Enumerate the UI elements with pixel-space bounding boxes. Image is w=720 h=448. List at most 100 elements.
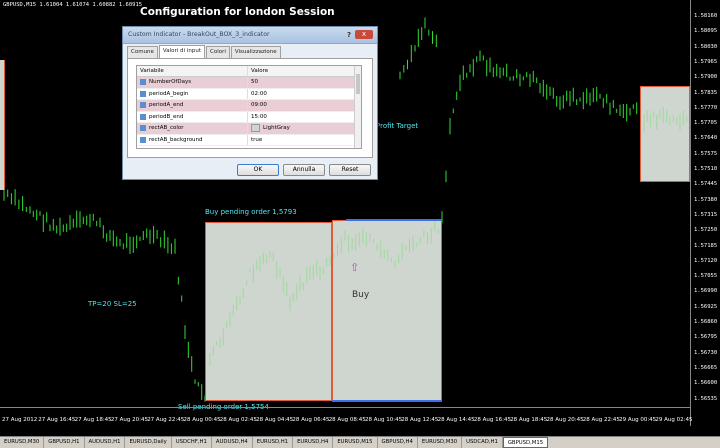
parameter-value-text: true [251, 136, 263, 143]
price-tick-label: 1.58030 [694, 43, 718, 50]
parameter-type-icon [140, 102, 146, 109]
chart-tab[interactable]: GBPUSD,H1 [44, 437, 85, 448]
parameter-type-icon [140, 113, 146, 120]
parameter-row[interactable]: rectAB_background true [137, 134, 361, 146]
parameter-name: NumberOfDays [137, 77, 247, 88]
buy-pending-label: Buy pending order 1,5793 [205, 208, 297, 216]
cancel-button[interactable]: Annulla [283, 164, 325, 176]
parameter-name-text: rectAB_color [149, 125, 184, 131]
time-tick-label: 28 Aug 20:45 [546, 417, 584, 423]
parameter-value[interactable]: 50 [247, 77, 361, 88]
time-tick-label: 28 Aug 22:45 [582, 417, 620, 423]
chart-tab[interactable]: USDCHF,H1 [172, 437, 212, 448]
price-tick-label: 1.57705 [694, 120, 718, 127]
time-tick-label: 27 Aug 2012 [2, 417, 38, 423]
parameter-type-icon [140, 90, 146, 97]
chart-tab[interactable]: EURUSD,H1 [253, 437, 294, 448]
time-tick-label: 28 Aug 12:45 [401, 417, 439, 423]
chart-tabs: EURUSD,M30 GBPUSD,H1 AUDUSD,H1 EURUSD,Daily… [0, 436, 720, 448]
parameter-row[interactable]: rectAB_color LightGray [137, 123, 361, 135]
chart-tab[interactable]: EURUSD,Daily [125, 437, 172, 448]
parameter-type-icon [140, 79, 146, 86]
parameter-value[interactable]: 09:00 [247, 100, 361, 111]
color-swatch-icon [251, 124, 260, 133]
parameter-row[interactable]: periodB_end 15:00 [137, 111, 361, 123]
parameter-value[interactable]: 15:00 [247, 111, 361, 122]
tp-sl-label: TP=20 SL=25 [88, 300, 137, 308]
tab-valori-di-input[interactable]: Valori di input [158, 45, 205, 58]
buy-label: Buy [352, 290, 370, 300]
price-tick-label: 1.57770 [694, 104, 718, 111]
parameter-name: periodB_end [137, 112, 247, 123]
tab-visualizzazione[interactable]: Visualizzazione [230, 46, 281, 58]
parameter-row[interactable]: NumberOfDays 50 [137, 77, 361, 89]
chart-tab[interactable]: AUDUSD,H1 [85, 437, 126, 448]
parameter-row[interactable]: periodA_end 09:00 [137, 100, 361, 112]
parameter-value-text: 15:00 [251, 113, 267, 120]
column-header-variable: Variabile [140, 68, 164, 74]
parameter-row[interactable]: periodA_begin 02:00 [137, 88, 361, 100]
parameter-value-text: 50 [251, 79, 258, 85]
parameter-scrollbar[interactable] [354, 66, 361, 148]
chart-tab[interactable]: EURUSD,M15 [333, 437, 378, 448]
chart-tab[interactable]: EURUSD,M30 [418, 437, 463, 448]
time-tick-label: 29 Aug 02:45 [655, 417, 693, 423]
price-tick-label: 1.57965 [694, 58, 718, 65]
price-tick-label: 1.57900 [694, 74, 718, 81]
chart-tab[interactable]: EURUSD,H4 [293, 437, 334, 448]
price-tick-label: 1.57185 [694, 242, 718, 249]
buy-level-line [346, 219, 442, 221]
tab-colori[interactable]: Colori [205, 46, 230, 58]
chart-title: Configuration for london Session [140, 6, 335, 18]
close-button[interactable]: x [355, 30, 373, 39]
time-tick-label: 27 Aug 22:45 [147, 417, 185, 423]
price-tick-label: 1.56795 [694, 334, 718, 341]
price-tick-label: 1.56535 [694, 395, 718, 402]
parameter-table-header: Variabile Valore [137, 66, 361, 77]
parameter-name-text: periodB_end [149, 113, 184, 120]
help-icon[interactable]: ? [347, 31, 351, 39]
time-tick-label: 28 Aug 08:45 [328, 417, 366, 423]
time-tick-label: 27 Aug 18:45 [74, 417, 112, 423]
symbol-info: GBPUSD,M15 1.61004 1.61074 1.60882 1.609… [3, 2, 143, 8]
chart-tab[interactable]: USDCAD,H1 [462, 437, 503, 448]
price-tick-label: 1.58095 [694, 28, 718, 35]
parameter-type-icon [140, 136, 146, 143]
price-tick-label: 1.58160 [694, 13, 718, 19]
chart-tab[interactable]: GBPUSD,M15 [502, 437, 549, 448]
chart-area[interactable]: GBPUSD,M15 1.61004 1.61074 1.60882 1.609… [0, 0, 690, 426]
price-tick-label: 1.57315 [694, 211, 718, 218]
parameter-name: periodA_end [137, 100, 247, 111]
parameter-value[interactable]: true [247, 134, 361, 145]
parameter-name-text: periodA_begin [149, 90, 189, 97]
parameter-type-icon [140, 125, 146, 132]
reset-button[interactable]: Reset [329, 164, 371, 176]
price-tick-label: 1.57445 [694, 181, 718, 188]
price-tick-label: 1.56990 [694, 288, 718, 295]
dialog-titlebar[interactable]: Custom Indicator - BreakOut_BOX_3_indica… [123, 27, 377, 44]
time-tick-label: 28 Aug 18:45 [510, 417, 548, 423]
price-tick-label: 1.57120 [694, 257, 718, 264]
price-tick-label: 1.57510 [694, 166, 718, 172]
parameter-name: periodA_begin [137, 89, 247, 100]
price-tick-label: 1.57835 [694, 89, 718, 96]
dialog-title: Custom Indicator - BreakOut_BOX_3_indica… [128, 31, 270, 38]
custom-indicator-dialog[interactable]: Custom Indicator - BreakOut_BOX_3_indica… [122, 26, 378, 180]
price-tick-label: 1.57250 [694, 227, 718, 234]
chart-tab[interactable]: AUDUSD,H4 [212, 437, 253, 448]
chart-tab[interactable]: EURUSD,M30 [0, 437, 45, 448]
parameter-value[interactable]: 02:00 [247, 88, 361, 99]
sell-level-line [332, 400, 442, 402]
price-tick-label: 1.57575 [694, 150, 718, 157]
scrollbar-thumb[interactable] [356, 74, 360, 94]
parameter-name: rectAB_background [137, 135, 247, 146]
ok-button[interactable]: OK [237, 164, 279, 176]
time-tick-label: 29 Aug 00:45 [619, 417, 657, 423]
chart-tab[interactable]: GBPUSD,H4 [378, 437, 418, 448]
time-axis: 27 Aug 2012 27 Aug 16:45 27 Aug 18:45 27 Au… [0, 407, 693, 426]
parameter-table[interactable]: Variabile Valore NumberOfDays 50 periodA_b… [136, 65, 362, 149]
time-tick-label: 28 Aug 10:45 [365, 417, 403, 423]
price-tick-label: 1.56925 [694, 303, 718, 310]
tab-comune[interactable]: Comune [127, 46, 158, 58]
parameter-value[interactable]: LightGray [247, 123, 361, 134]
